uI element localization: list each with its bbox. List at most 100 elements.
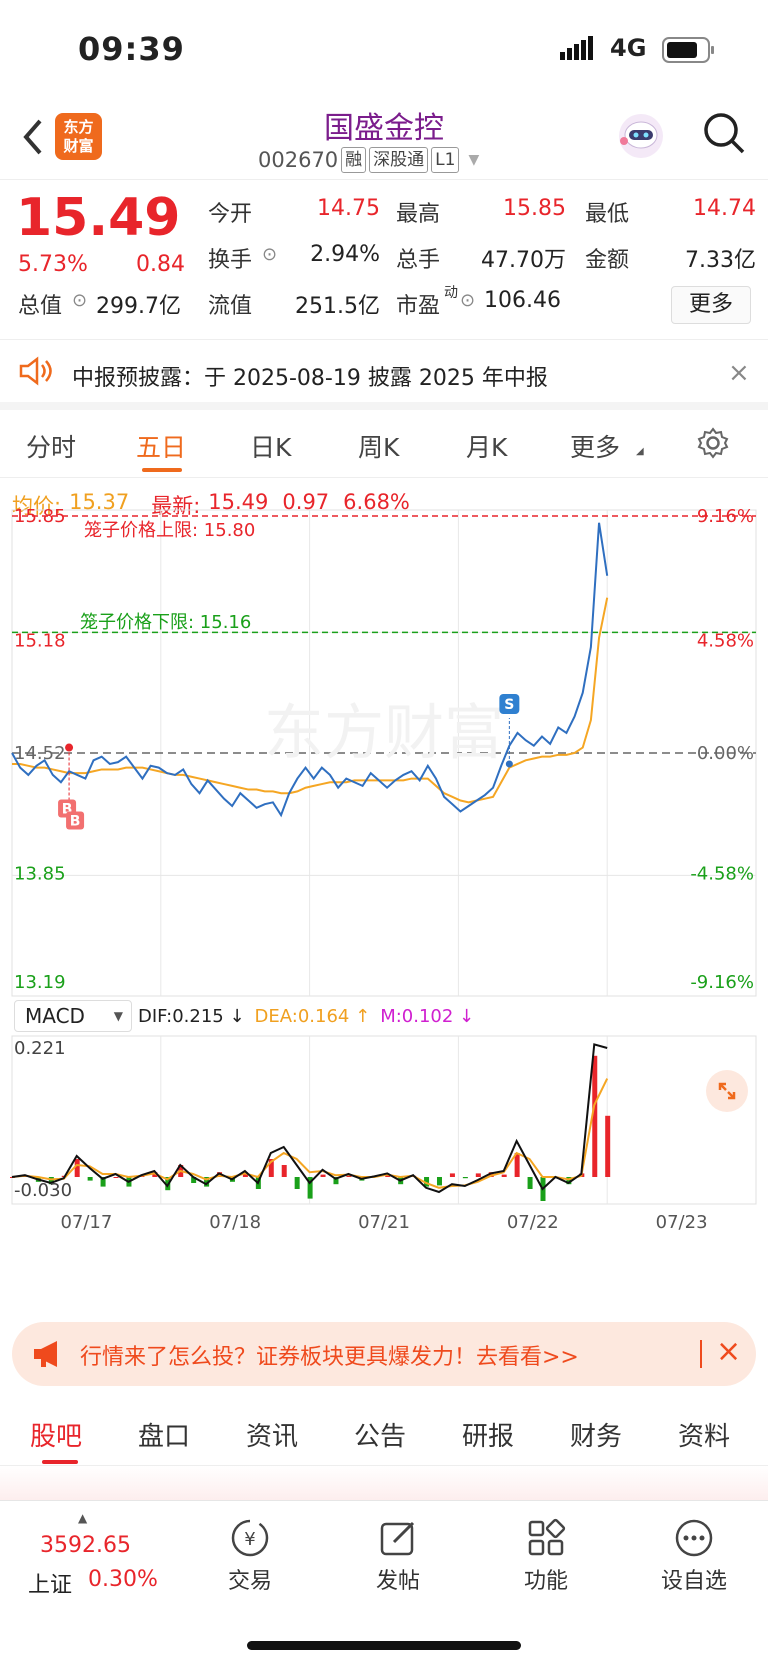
label-amount: 金额 — [585, 248, 630, 273]
label-pe: 市盈 — [396, 294, 441, 319]
macd-histogram-bar — [113, 1177, 119, 1178]
tab-week-k[interactable]: 周K — [358, 428, 399, 464]
info-icon[interactable]: ⊙ — [460, 290, 475, 311]
pe-superscript: 动 — [444, 285, 458, 301]
battery-icon — [662, 37, 716, 63]
y-axis-label-right: -9.16% — [690, 972, 754, 993]
robot-avatar-icon[interactable] — [616, 111, 666, 161]
tag-margin: 融 — [341, 147, 367, 173]
edit-icon — [380, 1521, 415, 1556]
tab-profile[interactable]: 资料 — [678, 1416, 730, 1453]
up-arrow-icon: ▲ — [78, 1511, 88, 1525]
dropdown-icon: ▼ — [113, 1009, 123, 1023]
change-value: 0.84 — [136, 252, 185, 277]
content-tabs: 股吧 盘口 资讯 公告 研报 财务 资料 — [0, 1398, 768, 1466]
dropdown-icon[interactable]: ▼ — [468, 152, 479, 168]
stock-code-line: 002670 融 深股通 L1 ▼ — [258, 147, 479, 173]
cage-price-annotation: 笼子价格下限: 15.16 — [80, 612, 251, 633]
value-open: 14.75 — [317, 196, 380, 221]
macd-histogram-bar — [527, 1177, 533, 1189]
y-axis-label-left: 13.85 — [14, 863, 66, 884]
search-icon[interactable] — [702, 111, 746, 155]
more-button[interactable]: 更多 — [671, 286, 751, 324]
tab-news[interactable]: 资讯 — [246, 1416, 298, 1453]
value-turnover: 2.94% — [310, 242, 380, 267]
more-dots-icon — [675, 1519, 713, 1557]
close-icon[interactable]: × — [716, 1334, 741, 1369]
banner-text: 行情来了怎么投？证券板块更具爆发力！去看看>> — [80, 1345, 579, 1370]
macd-histogram-bar — [501, 1174, 507, 1177]
macd-histogram-bar — [436, 1177, 442, 1186]
value-market-cap: 299.7亿 — [96, 294, 181, 319]
value-float-cap: 251.5亿 — [295, 294, 380, 319]
value-amount: 7.33亿 — [685, 248, 756, 273]
chart-area[interactable]: 均价: 15.37 最新: 15.49 0.97 6.68% 东方财富 笼子价格上… — [0, 478, 768, 1308]
y-axis-label-left: 15.85 — [14, 506, 66, 527]
notice-bar[interactable]: 中报预披露：于 2025-08-19 披露 2025 年中报 × — [0, 340, 768, 410]
svg-text:¥: ¥ — [244, 1529, 255, 1550]
macd-selector[interactable]: MACD ▼ — [14, 1000, 132, 1032]
custom-watchlist-button[interactable]: 设自选 — [634, 1517, 754, 1595]
tab-forum[interactable]: 股吧 — [30, 1416, 82, 1453]
tab-announcements[interactable]: 公告 — [354, 1416, 406, 1453]
change-pct: 5.73% — [18, 252, 88, 277]
y-axis-label-left: 14.52 — [14, 743, 66, 764]
tag-connect: 深股通 — [369, 147, 429, 173]
x-axis-date-label: 07/17 — [60, 1212, 112, 1233]
x-axis-date-label: 07/23 — [656, 1212, 708, 1233]
index-value: 3592.65 — [40, 1533, 131, 1558]
x-axis-date-label: 07/22 — [507, 1212, 559, 1233]
bottom-nav: ▲ 3592.65 上证 0.30% ¥ 交易 发帖 功能 设自选 — [0, 1500, 768, 1663]
status-bar: 09:39 4G — [0, 0, 768, 95]
value-volume: 47.70万 — [481, 248, 566, 273]
function-button[interactable]: 功能 — [486, 1517, 606, 1595]
info-icon[interactable]: ⊙ — [262, 244, 277, 265]
watermark: 东方财富 — [264, 699, 504, 769]
tab-intraday[interactable]: 分时 — [26, 428, 76, 464]
info-icon[interactable]: ⊙ — [72, 290, 87, 311]
expand-icon[interactable] — [706, 1070, 748, 1112]
tab-more[interactable]: 更多 — [570, 428, 620, 464]
value-low: 14.74 — [693, 196, 756, 221]
post-button[interactable]: 发帖 — [338, 1517, 458, 1595]
label-turnover: 换手 — [208, 248, 253, 273]
y-axis-label-right: 0.00% — [697, 743, 754, 764]
tab-five-day[interactable]: 五日 — [136, 428, 186, 464]
macd-label: MACD — [25, 1004, 85, 1028]
macd-histogram-bar — [462, 1177, 468, 1179]
macd-histogram-bar — [74, 1159, 80, 1177]
macd-histogram-bar — [281, 1165, 287, 1177]
stock-header: 东方 财富 国盛金控 002670 融 深股通 L1 ▼ — [0, 95, 768, 180]
active-tab-indicator — [142, 468, 182, 472]
feed-peek — [0, 1466, 768, 1500]
tab-research[interactable]: 研报 — [462, 1416, 514, 1453]
trade-button[interactable]: ¥ 交易 — [190, 1517, 310, 1595]
tab-orderbook[interactable]: 盘口 — [138, 1416, 190, 1453]
stock-code: 002670 — [258, 148, 339, 172]
settings-icon[interactable] — [696, 426, 730, 464]
tag-level: L1 — [431, 147, 460, 173]
macd-histogram-bar — [320, 1174, 326, 1177]
home-indicator — [247, 1641, 521, 1650]
index-name: 上证 — [28, 1573, 73, 1598]
signal-icon — [560, 36, 600, 60]
five-day-chart[interactable]: 东方财富 笼子价格上限: 15.80 笼子价格下限: 15.16 15.85 15.18… — [0, 478, 768, 1308]
promo-banner[interactable]: 行情来了怎么投？证券板块更具爆发力！去看看>> × — [12, 1322, 756, 1386]
custom-watchlist-label: 设自选 — [660, 1569, 727, 1594]
close-icon[interactable]: × — [728, 358, 750, 388]
tab-financials[interactable]: 财务 — [570, 1416, 622, 1453]
m-value: M:0.102 ↓ — [380, 1006, 475, 1027]
label-market-cap: 总值 — [18, 294, 63, 319]
index-widget[interactable]: ▲ 3592.65 上证 0.30% — [24, 1511, 174, 1601]
tab-day-k[interactable]: 日K — [250, 428, 291, 464]
x-axis-date-label: 07/21 — [358, 1212, 410, 1233]
megaphone-icon — [32, 1339, 66, 1373]
y-axis-label-right: 4.58% — [697, 630, 754, 651]
macd-histogram-bar — [449, 1173, 455, 1177]
dif-value: DIF:0.215 ↓ — [138, 1006, 245, 1027]
grid-icon — [528, 1518, 566, 1556]
post-label: 发帖 — [375, 1569, 420, 1594]
tab-month-k[interactable]: 月K — [466, 428, 507, 464]
network-label: 4G — [610, 34, 647, 62]
value-high: 15.85 — [503, 196, 566, 221]
